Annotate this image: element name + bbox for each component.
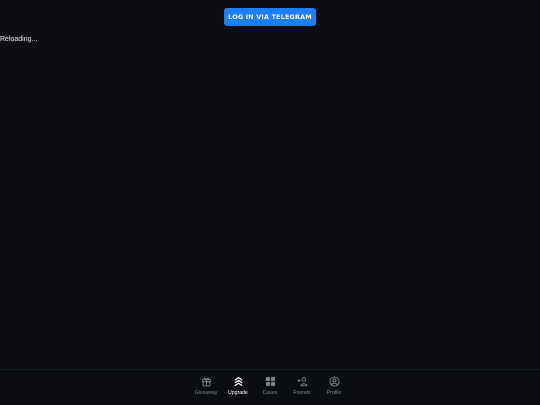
- cases-grid-icon: [265, 376, 275, 387]
- nav-item-profile[interactable]: Profile: [318, 374, 350, 402]
- nav-label-upgrade: Upgrade: [228, 390, 248, 396]
- bottom-navigation-bar: Giveaway Upgrade Cases Friends Profile: [0, 369, 540, 405]
- nav-item-friends[interactable]: Friends: [286, 374, 318, 402]
- gift-icon: [201, 377, 211, 387]
- app-page: LOG IN VIA TELEGRAM Reloading... Giveawa…: [0, 0, 540, 405]
- upgrade-chevrons-icon: [234, 377, 242, 386]
- nav-label-profile: Profile: [326, 390, 342, 396]
- nav-label-cases: Cases: [262, 390, 278, 396]
- profile-icon: [328, 376, 340, 387]
- nav-item-cases[interactable]: Cases: [254, 374, 286, 402]
- nav-item-upgrade[interactable]: Upgrade: [222, 374, 254, 402]
- nav-label-giveaway: Giveaway: [194, 390, 218, 396]
- login-via-telegram-button[interactable]: LOG IN VIA TELEGRAM: [224, 8, 316, 26]
- reloading-status-text: Reloading...: [0, 36, 38, 43]
- nav-label-friends: Friends: [293, 390, 311, 396]
- bottom-nav-items: Giveaway Upgrade Cases Friends Profile: [190, 374, 350, 402]
- add-friend-icon: [296, 377, 307, 387]
- nav-item-giveaway[interactable]: Giveaway: [190, 374, 222, 402]
